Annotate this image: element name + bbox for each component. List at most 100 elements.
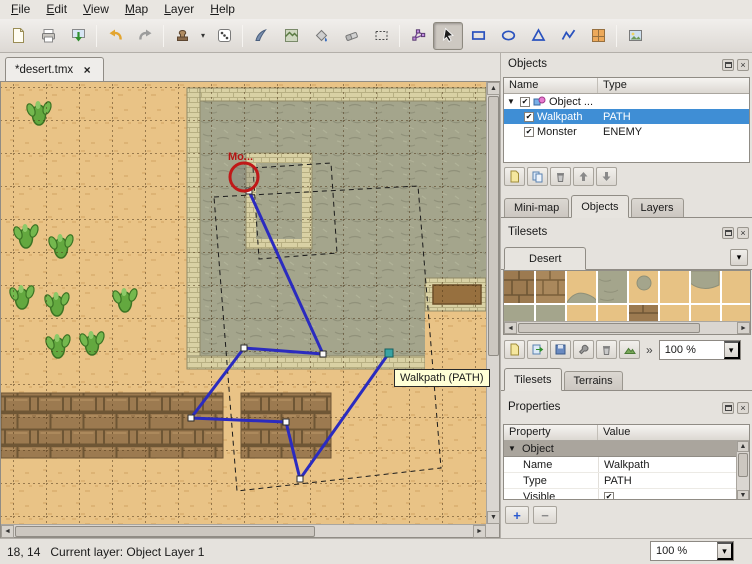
import-tileset-button[interactable] <box>527 340 548 359</box>
insert-rectangle-button[interactable] <box>463 22 493 50</box>
column-header-property[interactable]: Property <box>504 425 598 440</box>
menu-file[interactable]: File <box>3 0 38 19</box>
insert-polygon-button[interactable] <box>523 22 553 50</box>
terrain-tool-button[interactable] <box>276 22 306 50</box>
scrollbar-thumb[interactable] <box>518 323 700 333</box>
raise-object-button[interactable] <box>573 167 594 186</box>
close-icon[interactable]: × <box>80 63 94 77</box>
new-object-button[interactable] <box>504 167 525 186</box>
column-header-name[interactable]: Name <box>504 78 598 93</box>
toolbar-overflow-chevron[interactable]: » <box>646 343 653 357</box>
zoom-combobox[interactable]: 100 % ▾ <box>650 541 734 561</box>
remove-property-button[interactable]: − <box>533 506 557 524</box>
property-row-visible[interactable]: Visible ✔ <box>504 489 749 500</box>
walkpath-row[interactable]: ✔ Walkpath PATH <box>504 109 749 124</box>
expander-down-icon[interactable]: ▼ <box>507 97 517 106</box>
tab-mini-map[interactable]: Mini-map <box>504 198 569 217</box>
tileset-properties-button[interactable] <box>573 340 594 359</box>
scroll-down-icon[interactable]: ▼ <box>487 511 500 524</box>
property-value[interactable]: Walkpath <box>604 459 649 471</box>
map-horizontal-scrollbar[interactable]: ◄ ► <box>1 524 486 537</box>
new-tileset-button[interactable] <box>504 340 525 359</box>
menu-map[interactable]: Map <box>117 0 156 19</box>
eraser-button[interactable] <box>336 22 366 50</box>
tab-desert-tileset[interactable]: Desert <box>504 247 586 270</box>
insert-ellipse-button[interactable] <box>493 22 523 50</box>
chevron-down-icon[interactable]: ▾ <box>717 542 733 560</box>
scroll-up-icon[interactable]: ▲ <box>737 441 749 452</box>
stamp-brush-button[interactable] <box>167 22 197 50</box>
lower-object-button[interactable] <box>596 167 617 186</box>
scroll-down-icon[interactable]: ▼ <box>737 490 749 500</box>
dock-close-button[interactable]: × <box>737 59 749 71</box>
bucket-fill-button[interactable] <box>306 22 336 50</box>
property-value[interactable]: PATH <box>604 475 632 487</box>
object-visibility-checkbox[interactable]: ✔ <box>524 127 534 137</box>
edit-polygons-button[interactable] <box>403 22 433 50</box>
scroll-right-icon[interactable]: ► <box>737 322 750 334</box>
dock-float-button[interactable] <box>722 59 734 71</box>
brush-button[interactable] <box>246 22 276 50</box>
rectangular-select-button[interactable] <box>366 22 396 50</box>
scrollbar-thumb[interactable] <box>488 96 499 356</box>
insert-tile-object-button[interactable] <box>583 22 613 50</box>
export-image-button[interactable] <box>63 22 93 50</box>
new-button[interactable] <box>3 22 33 50</box>
property-row-name[interactable]: Name Walkpath <box>504 457 749 473</box>
add-property-button[interactable]: + <box>505 506 529 524</box>
tileset-list-dropdown[interactable]: ▾ <box>730 249 748 266</box>
menu-edit[interactable]: Edit <box>38 0 75 19</box>
print-button[interactable] <box>33 22 63 50</box>
map-vertical-scrollbar[interactable]: ▲ ▼ <box>486 82 499 524</box>
property-group-row[interactable]: ▼ Object <box>504 441 749 457</box>
edit-terrain-button[interactable] <box>619 340 640 359</box>
dock-float-button[interactable] <box>722 402 734 414</box>
stamp-dropdown-button[interactable]: ▾ <box>197 22 209 50</box>
monster-row[interactable]: ✔ Monster ENEMY <box>504 124 749 139</box>
map-canvas[interactable]: Mo... <box>1 82 486 524</box>
dock-close-button[interactable]: × <box>737 402 749 414</box>
scroll-up-icon[interactable]: ▲ <box>487 82 500 95</box>
scroll-right-icon[interactable]: ► <box>473 525 486 538</box>
scrollbar-thumb[interactable] <box>15 526 315 537</box>
tab-desert-tmx[interactable]: *desert.tmx × <box>5 57 104 81</box>
object-visibility-checkbox[interactable]: ✔ <box>524 112 534 122</box>
column-header-type[interactable]: Type <box>598 78 749 93</box>
menu-layer[interactable]: Layer <box>156 0 202 19</box>
visible-checkbox[interactable]: ✔ <box>604 492 614 501</box>
layer-visibility-checkbox[interactable]: ✔ <box>520 97 530 107</box>
insert-polyline-button[interactable] <box>553 22 583 50</box>
dock-close-button[interactable]: × <box>737 227 749 239</box>
terrain-icon <box>283 27 300 44</box>
select-objects-button[interactable] <box>433 22 463 50</box>
column-header-value[interactable]: Value <box>598 425 749 440</box>
export-tileset-button[interactable] <box>550 340 571 359</box>
scrollbar-thumb[interactable] <box>738 453 748 477</box>
tileset-view[interactable]: ◄ ► <box>503 270 751 335</box>
remove-object-button[interactable] <box>550 167 571 186</box>
undo-button[interactable] <box>100 22 130 50</box>
image-layer-button[interactable] <box>620 22 650 50</box>
random-mode-button[interactable] <box>209 22 239 50</box>
scroll-left-icon[interactable]: ◄ <box>504 322 517 334</box>
tab-terrains[interactable]: Terrains <box>564 371 623 390</box>
object-layer-row[interactable]: ▼ ✔ Object ... <box>504 94 749 109</box>
menu-view[interactable]: View <box>75 0 117 19</box>
tab-layers[interactable]: Layers <box>631 198 684 217</box>
scroll-left-icon[interactable]: ◄ <box>1 525 14 538</box>
tileset-zoom-combobox[interactable]: 100 % ▾ <box>659 340 741 360</box>
chevron-down-icon[interactable]: ▾ <box>724 341 740 359</box>
redo-button[interactable] <box>130 22 160 50</box>
duplicate-object-button[interactable] <box>527 167 548 186</box>
properties-scrollbar[interactable]: ▲ ▼ <box>736 441 749 500</box>
stamp-icon <box>174 27 191 44</box>
dock-float-button[interactable] <box>722 227 734 239</box>
tileset-image[interactable] <box>504 271 750 322</box>
expander-down-icon[interactable]: ▼ <box>508 444 518 453</box>
tileset-horizontal-scrollbar[interactable]: ◄ ► <box>504 321 750 334</box>
tab-tilesets[interactable]: Tilesets <box>504 368 562 391</box>
tab-objects[interactable]: Objects <box>571 195 628 218</box>
property-row-type[interactable]: Type PATH <box>504 473 749 489</box>
menu-help[interactable]: Help <box>202 0 243 19</box>
remove-tileset-button[interactable] <box>596 340 617 359</box>
